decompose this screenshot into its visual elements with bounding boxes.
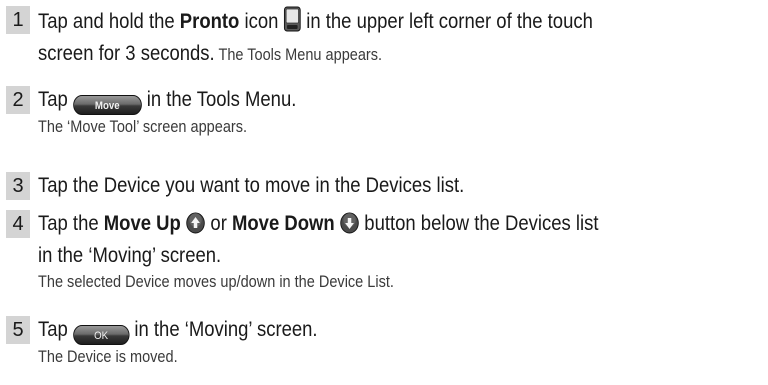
step-number: 1 [6,6,30,34]
step-instruction: Tap Move in the Tools Menu. [38,86,677,115]
move-up-label: Move Up [103,212,181,235]
step-number: 4 [6,210,30,238]
pronto-label: Pronto [179,10,240,33]
step-result: The ‘Move Tool’ screen appears. [38,118,248,136]
step-result: The selected Device moves up/down in the… [38,273,394,291]
move-up-icon [186,212,205,242]
move-down-icon [340,212,359,242]
step-body: Tap the Move Up or Move Down button belo… [38,210,764,295]
step-number: 2 [6,86,30,114]
move-down-label: Move Down [231,212,335,235]
step-body: Tap and hold the Pronto icon in the uppe… [38,6,764,69]
step-instruction: Tap OK in the ‘Moving’ screen. [38,316,677,345]
step-body: Tap OK in the ‘Moving’ screen. The Devic… [38,316,764,370]
step-result: The Device is moved. [38,348,178,366]
ok-button[interactable]: OK [72,325,130,345]
step-body: Tap Move in the Tools Menu. The ‘Move To… [38,86,764,140]
step-instruction: Tap the Move Up or Move Down button belo… [38,210,677,242]
step-number: 3 [6,172,30,200]
move-button[interactable]: Move [72,95,142,115]
step-instruction-line2: screen for 3 seconds. The Tools Menu app… [38,42,383,65]
pronto-device-icon [283,6,302,40]
step-instruction-line2: in the ‘Moving’ screen. [38,244,222,267]
step-instruction: Tap the Device you want to move in the D… [38,174,465,197]
step-instruction: Tap and hold the Pronto icon in the uppe… [38,6,677,40]
step-number: 5 [6,316,30,344]
step-body: Tap the Device you want to move in the D… [38,172,764,200]
